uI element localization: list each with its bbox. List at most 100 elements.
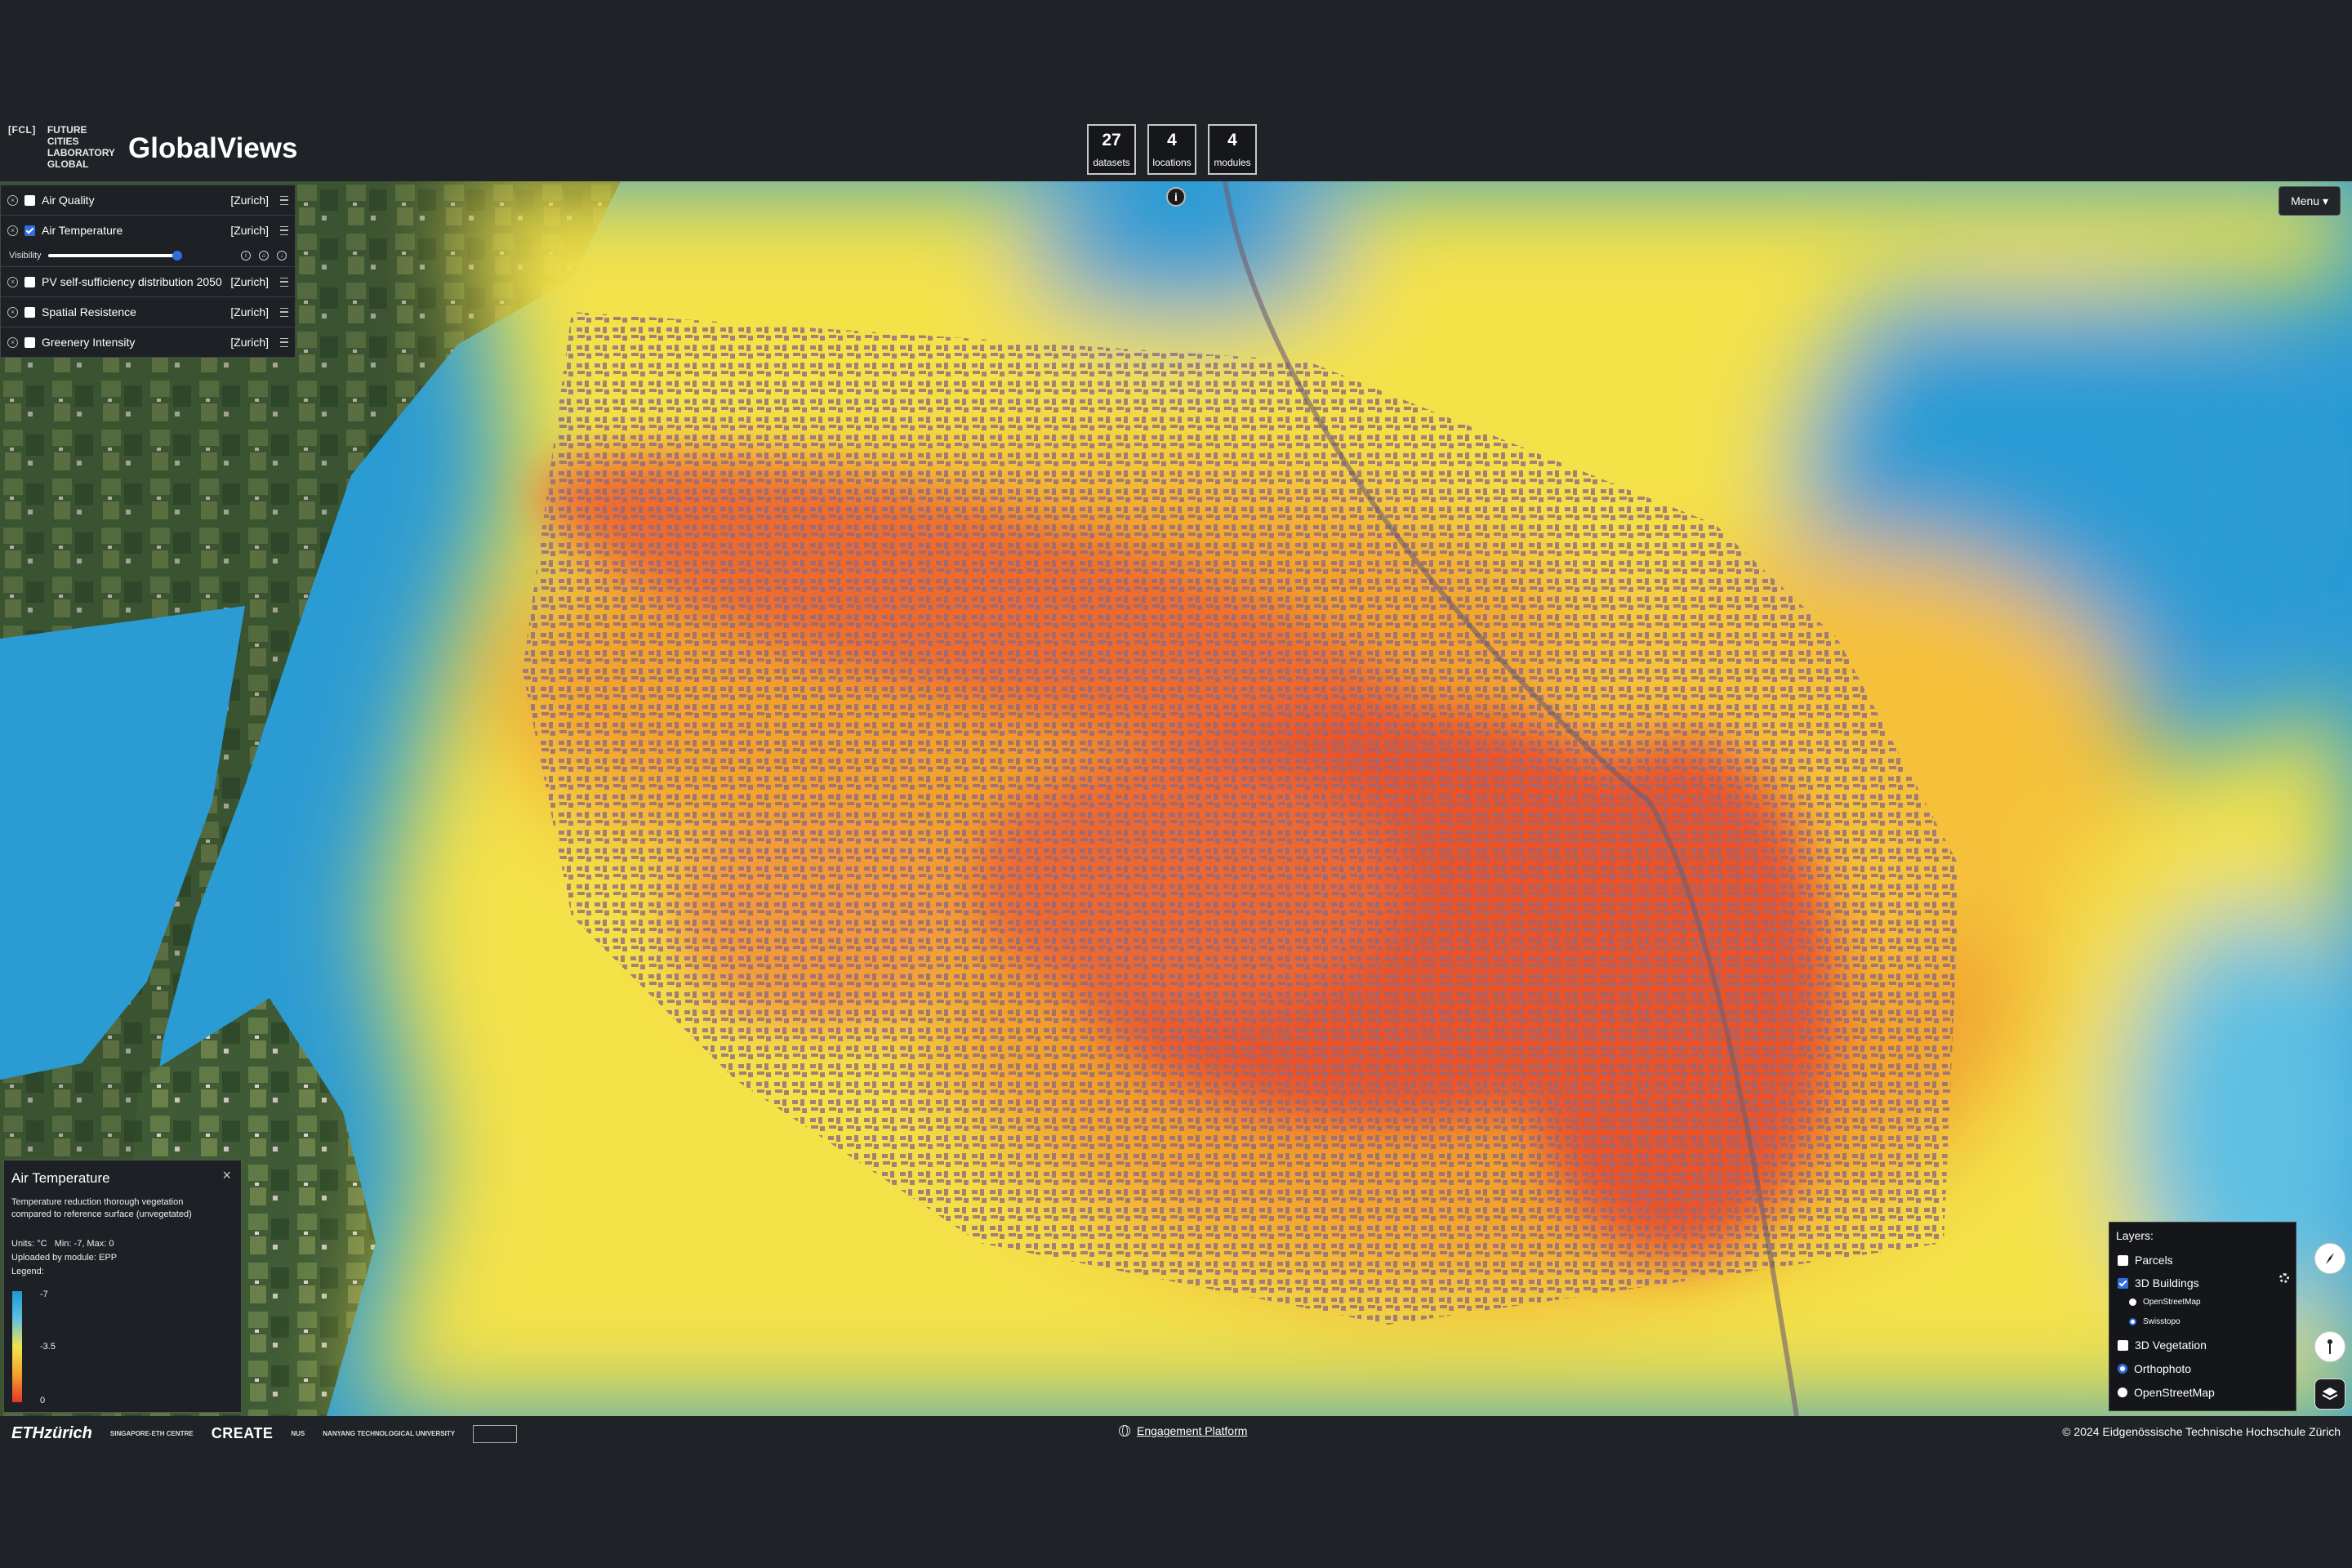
visibility-row: Visibility i ⌂ ↓ (1, 245, 295, 267)
stat-value: 4 (1167, 131, 1177, 149)
layer-row-pv-self-sufficiency[interactable]: × PV self-sufficiency distribution 2050 … (1, 267, 295, 297)
stat-label: datasets (1093, 157, 1130, 168)
download-icon[interactable]: ↓ (277, 251, 287, 261)
x-circle-icon[interactable]: × (7, 225, 18, 236)
layer-checkbox[interactable] (24, 276, 35, 287)
vegetation-label: 3D Vegetation (2135, 1339, 2207, 1352)
map-canvas[interactable] (0, 181, 2352, 1416)
layer-row-spatial-resistence[interactable]: × Spatial Resistence [Zurich] (1, 297, 295, 327)
x-circle-icon[interactable]: × (7, 194, 18, 206)
create-logo[interactable]: CREATE (212, 1425, 274, 1442)
fcl-line: GLOBAL (47, 158, 89, 170)
layer-checkbox[interactable] (24, 306, 35, 318)
legend-metadata: Units: °C Min: -7, Max: 0 Uploaded by mo… (11, 1237, 117, 1279)
buildings-checkbox[interactable] (2118, 1277, 2128, 1289)
menu-button[interactable]: Menu ▾ (2278, 186, 2341, 216)
basemap-title: Layers: (2116, 1229, 2154, 1242)
radio-button[interactable] (2129, 1318, 2136, 1325)
nus-logo[interactable]: NUS (291, 1430, 305, 1437)
engagement-link[interactable]: Engagement Platform (1119, 1424, 1247, 1437)
legend-tick: 0 (40, 1396, 46, 1405)
hamburger-icon[interactable] (280, 225, 288, 235)
stat-label: modules (1214, 157, 1251, 168)
heatmap-overlay (0, 181, 2352, 1416)
fcl-line: LABORATORY (47, 147, 115, 158)
stat-datasets[interactable]: 27 datasets (1087, 124, 1136, 175)
fcl-line: FUTURE (47, 124, 87, 136)
x-circle-icon[interactable]: × (7, 336, 18, 348)
legend-minmax: Min: -7, Max: 0 (54, 1239, 114, 1249)
toggle-3d-vegetation[interactable]: 3D Vegetation (2118, 1339, 2207, 1352)
building-source-openstreetmap[interactable]: OpenStreetMap (2129, 1298, 2201, 1307)
toggle-3d-buildings[interactable]: 3D Buildings (2118, 1276, 2199, 1290)
sec-logo[interactable]: SINGAPORE-ETH CENTRE (110, 1430, 194, 1437)
x-circle-icon[interactable]: × (7, 276, 18, 287)
stats-group: 27 datasets 4 locations 4 modules (1087, 124, 1257, 175)
radio-button[interactable] (2129, 1298, 2136, 1306)
engagement-platform-link[interactable]: Engagement Platform (1137, 1424, 1247, 1437)
tilt-icon[interactable] (2314, 1331, 2345, 1362)
slider-handle[interactable] (172, 251, 182, 261)
legend-color-bar (12, 1291, 22, 1402)
layer-row-greenery-intensity[interactable]: × Greenery Intensity [Zurich] (1, 327, 295, 357)
layer-location: [Zurich] (230, 224, 269, 237)
stat-locations[interactable]: 4 locations (1147, 124, 1196, 175)
fcl-logo[interactable]: [FCL] FUTURE CITIES LABORATORY GLOBAL (8, 124, 115, 170)
visibility-slider[interactable] (47, 251, 182, 261)
basemap-layers-panel: Layers: Parcels 3D Buildings OpenStreetM… (2109, 1222, 2296, 1411)
layer-checkbox[interactable] (24, 336, 35, 348)
info-icon[interactable]: i (241, 251, 251, 261)
legend-tick: -7 (40, 1290, 48, 1299)
partner-logos: ETHzürich SINGAPORE-ETH CENTRE CREATE NU… (11, 1424, 518, 1443)
tilt-glyph (2328, 1339, 2332, 1354)
source-label: OpenStreetMap (2143, 1298, 2201, 1307)
user-icon[interactable]: ⌂ (259, 251, 269, 261)
toggle-parcels[interactable]: Parcels (2118, 1254, 2173, 1267)
gear-icon[interactable] (2279, 1273, 2289, 1283)
source-label: Swisstopo (2143, 1317, 2180, 1326)
layer-name: PV self-sufficiency distribution 2050 (42, 275, 222, 288)
hamburger-icon[interactable] (280, 195, 288, 205)
x-circle-icon[interactable]: × (7, 306, 18, 318)
fcl-tag: [FCL] (8, 124, 36, 136)
eth-logo[interactable]: ETHzürich (11, 1424, 92, 1443)
legend-title: Air Temperature (11, 1170, 110, 1186)
partner-logo[interactable] (473, 1424, 518, 1443)
layer-name: Greenery Intensity (42, 336, 136, 349)
base-orthophoto[interactable]: Orthophoto (2118, 1362, 2191, 1375)
legend-label: Legend: (11, 1267, 44, 1276)
radio-button[interactable] (2118, 1388, 2127, 1397)
hamburger-icon[interactable] (280, 337, 288, 347)
ntu-logo[interactable]: NANYANG TECHNOLOGICAL UNIVERSITY (323, 1430, 455, 1437)
app-title[interactable]: GlobalViews (128, 132, 298, 165)
buildings-label: 3D Buildings (2135, 1276, 2199, 1290)
layer-row-air-quality[interactable]: × Air Quality [Zurich] (1, 185, 295, 216)
radio-button[interactable] (2118, 1364, 2127, 1374)
close-icon[interactable]: × (222, 1167, 231, 1184)
layer-name: Air Temperature (42, 224, 123, 237)
legend-units: Units: °C (11, 1239, 47, 1249)
base-openstreetmap[interactable]: OpenStreetMap (2118, 1386, 2215, 1399)
layer-row-air-temperature[interactable]: × Air Temperature [Zurich] (1, 216, 295, 245)
base-label: Orthophoto (2134, 1362, 2192, 1375)
layers-icon[interactable] (2314, 1379, 2345, 1410)
vegetation-checkbox[interactable] (2118, 1339, 2128, 1351)
legend-tick: -3.5 (40, 1342, 56, 1352)
hamburger-icon[interactable] (280, 307, 288, 317)
compass-glyph (2326, 1253, 2334, 1264)
layer-checkbox[interactable] (24, 225, 35, 236)
legend-description: Temperature reduction thorough vegetatio… (11, 1197, 192, 1219)
layer-location: [Zurich] (230, 275, 269, 288)
copyright-text: © 2024 Eidgenössische Technische Hochsch… (2062, 1425, 2341, 1438)
compass-icon[interactable] (2314, 1243, 2345, 1274)
hamburger-icon[interactable] (280, 277, 288, 287)
info-icon[interactable]: i (1166, 187, 1186, 207)
stat-modules[interactable]: 4 modules (1208, 124, 1257, 175)
parcels-checkbox[interactable] (2118, 1254, 2128, 1266)
layer-location: [Zurich] (230, 336, 269, 349)
building-source-swisstopo[interactable]: Swisstopo (2129, 1317, 2180, 1326)
legend-panel: Air Temperature × Temperature reduction … (3, 1160, 242, 1413)
layer-name: Air Quality (42, 194, 95, 207)
layer-checkbox[interactable] (24, 194, 35, 206)
visibility-label: Visibility (9, 251, 42, 261)
